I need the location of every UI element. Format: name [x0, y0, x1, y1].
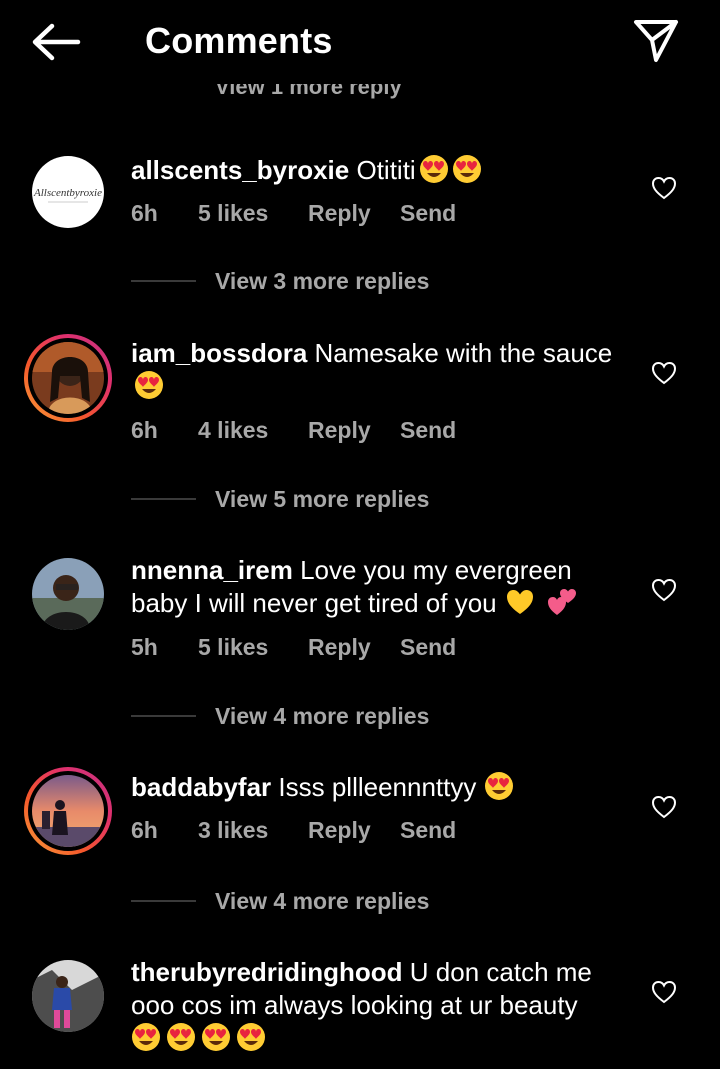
comment-username[interactable]: therubyredridinghood [131, 957, 403, 987]
like-heart-icon[interactable] [651, 980, 677, 1004]
comment-body: Isss pllleennnttyy [278, 772, 477, 802]
avatar[interactable] [32, 960, 104, 1032]
comment-text: iam_bossdora Namesake with the sauce [131, 337, 631, 403]
comment-text: allscents_byroxie Otititi [131, 154, 631, 187]
heart-eyes-emoji [419, 155, 448, 183]
reply-button[interactable]: Reply [308, 417, 400, 444]
comment-meta: 6h 4 likes Reply Send [131, 417, 456, 444]
divider [131, 715, 196, 717]
heart-eyes-emoji [237, 1023, 265, 1051]
reply-button[interactable]: Reply [308, 200, 400, 227]
like-heart-icon[interactable] [651, 361, 677, 385]
yellow-heart-emoji [506, 590, 533, 614]
divider [131, 900, 196, 902]
comment-time: 6h [131, 417, 158, 443]
like-heart-icon[interactable] [651, 176, 677, 200]
comment-time: 6h [131, 200, 158, 226]
heart-eyes-emoji [202, 1023, 230, 1051]
page-title: Comments [145, 20, 333, 61]
comment-meta: 6h 3 likes Reply Send [131, 817, 456, 844]
direct-send-icon[interactable] [632, 18, 680, 64]
comment-likes[interactable]: 5 likes [198, 200, 308, 227]
view-more-replies-link[interactable]: View 3 more replies [131, 266, 531, 296]
send-button[interactable]: Send [400, 817, 456, 844]
comment-likes[interactable]: 4 likes [198, 417, 308, 444]
comment-username[interactable]: iam_bossdora [131, 338, 307, 368]
comment-meta: 6h 5 likes Reply Send [131, 200, 456, 227]
comment-username[interactable]: baddabyfar [131, 772, 271, 802]
like-heart-icon[interactable] [651, 795, 677, 819]
heart-eyes-emoji [452, 155, 481, 183]
send-button[interactable]: Send [400, 417, 456, 444]
back-arrow-icon[interactable] [30, 22, 82, 62]
comment-text: baddabyfar Isss pllleennnttyy [131, 771, 631, 804]
heart-eyes-emoji [167, 1023, 195, 1051]
heart-eyes-emoji [132, 1023, 160, 1051]
divider [131, 280, 196, 282]
two-hearts-emoji [547, 589, 576, 615]
comment-username[interactable]: nnenna_irem [131, 555, 293, 585]
svg-text:Allscentbyroxie: Allscentbyroxie [33, 187, 102, 199]
reply-button[interactable]: Reply [308, 634, 400, 661]
comment-body: Otititi [356, 155, 416, 185]
comment-time: 6h [131, 817, 158, 843]
comment-meta: 5h 5 likes Reply Send [131, 634, 456, 661]
avatar[interactable] [24, 334, 112, 422]
view-more-replies-link[interactable]: View 4 more replies [131, 886, 531, 916]
heart-eyes-emoji [135, 371, 163, 399]
comment-time: 5h [131, 634, 158, 660]
avatar[interactable]: Allscentbyroxie [32, 156, 104, 228]
comment-likes[interactable]: 3 likes [198, 817, 308, 844]
comment-text: nnenna_irem Love you my evergreen baby I… [131, 554, 631, 620]
send-button[interactable]: Send [400, 634, 456, 661]
view-more-replies-link[interactable]: View 5 more replies [131, 484, 531, 514]
comment-likes[interactable]: 5 likes [198, 634, 308, 661]
heart-eyes-emoji [485, 772, 514, 800]
view-more-replies-link[interactable]: View 4 more replies [131, 701, 531, 731]
comment-body: Namesake with the sauce [314, 338, 613, 368]
like-heart-icon[interactable] [651, 578, 677, 602]
avatar[interactable] [24, 767, 112, 855]
comment-text: therubyredridinghood U don catch me ooo … [131, 956, 631, 1055]
comment-username[interactable]: allscents_byroxie [131, 155, 349, 185]
view-more-replies-link[interactable]: View 1 more reply [215, 84, 515, 108]
send-button[interactable]: Send [400, 200, 456, 227]
top-bar: Comments [0, 0, 720, 84]
reply-button[interactable]: Reply [308, 817, 400, 844]
divider [131, 498, 196, 500]
avatar[interactable] [32, 558, 104, 630]
